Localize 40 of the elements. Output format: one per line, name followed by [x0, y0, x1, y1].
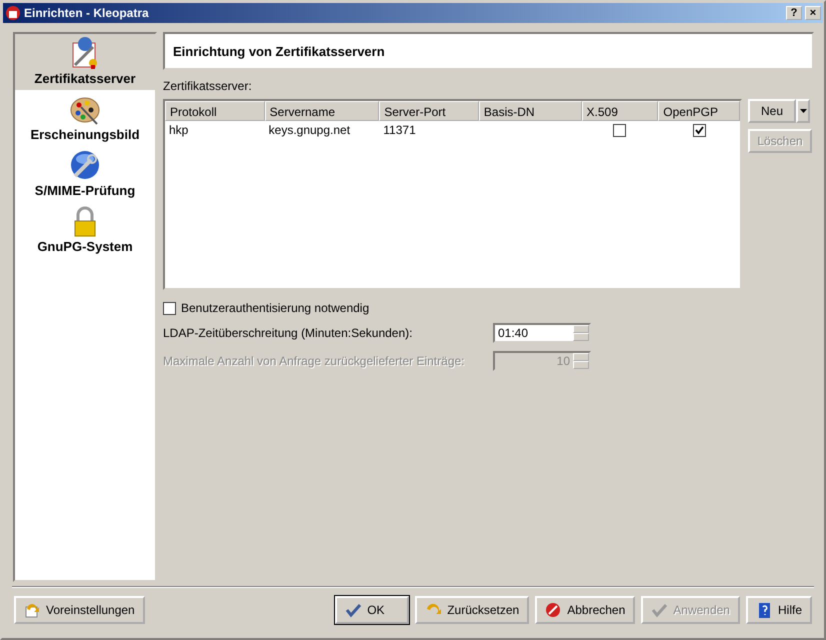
- undo-icon: [24, 602, 41, 618]
- spin-box[interactable]: 01:40: [493, 323, 591, 343]
- table-cell-text: hkp: [168, 123, 190, 137]
- help-button[interactable]: ?: [786, 6, 802, 20]
- checkmark-icon: [345, 602, 362, 618]
- checkmark-icon: [694, 126, 704, 134]
- dialog-button[interactable]: OK: [335, 596, 410, 624]
- checkbox-label: Benutzerauthentisierung notwendig: [181, 301, 370, 315]
- window-title: Einrichten - Kleopatra: [24, 6, 150, 20]
- checkbox[interactable]: [613, 124, 626, 136]
- caret-icon: [800, 109, 806, 113]
- dropdown-button[interactable]: [796, 99, 810, 123]
- checkbox[interactable]: [163, 302, 176, 314]
- new-button[interactable]: Neu: [748, 99, 796, 123]
- column-header[interactable]: X.509: [582, 101, 658, 121]
- close-button[interactable]: ×: [805, 6, 821, 20]
- field-label: Maximale Anzahl von Anfrage zurückgelieferter Einträge:: [163, 354, 466, 368]
- sidebar-item[interactable]: S/MIME-Prüfung: [15, 146, 155, 202]
- field-label: LDAP-Zeitüberschreitung (Minuten:Sekunden):: [163, 326, 414, 340]
- sidebar-item[interactable]: Zertifikatsserver: [15, 34, 155, 90]
- table-cell-text: keys.gnupg.net: [268, 123, 352, 137]
- checkmark-icon: [651, 602, 668, 618]
- column-header[interactable]: Basis-DN: [478, 101, 582, 121]
- checkbox[interactable]: [692, 124, 706, 136]
- table-cell-text: 11371: [382, 123, 417, 137]
- column-header[interactable]: Servername: [264, 101, 380, 121]
- dialog-button[interactable]: Voreinstellungen: [14, 596, 145, 624]
- section-label: Zertifikatsserver:: [163, 79, 253, 93]
- dialog-button[interactable]: Hilfe: [746, 596, 812, 624]
- app-icon: [5, 5, 21, 21]
- page-title: Einrichtung von Zertifikatsservern: [173, 44, 385, 58]
- column-header[interactable]: Server-Port: [379, 101, 479, 121]
- dialog-button[interactable]: Abbrechen: [535, 596, 636, 624]
- wrench-globe-icon: [69, 149, 101, 181]
- dialog-button[interactable]: Zurücksetzen: [415, 596, 530, 624]
- column-header[interactable]: Protokoll: [165, 101, 265, 121]
- sidebar-item[interactable]: GnuPG-System: [15, 202, 155, 258]
- sidebar-item[interactable]: Erscheinungsbild: [15, 90, 155, 146]
- column-header[interactable]: OpenPGP: [658, 101, 740, 121]
- stop-icon: [545, 602, 562, 618]
